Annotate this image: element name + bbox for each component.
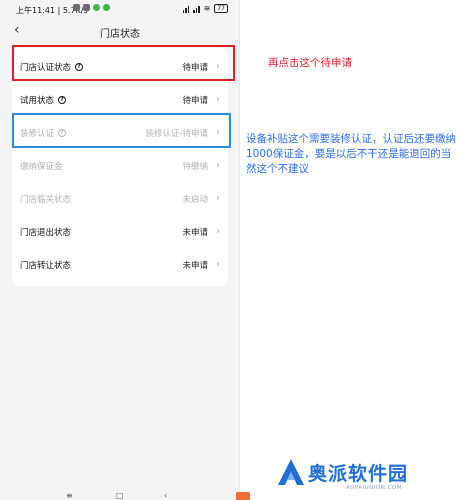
alarm-icon [73,4,80,11]
corner-badge [236,492,250,500]
row-value: 待缴纳 [182,161,208,172]
wechat-icon [93,4,100,11]
row-decoration-certification[interactable]: 装修认证? 装修认证-待申请 › [12,116,228,149]
row-label: 门店退出状态 [20,227,72,238]
status-bar: 上午11:41 | 5.7K/s ≋ 77 [0,0,239,18]
chevron-right-icon: › [216,226,220,237]
row-label: 缴纳保证金 [20,161,63,172]
status-list: 门店认证状态? 待申请 › 试用状态? 待申请 › 装修认证? 装修认证-待申请… [12,48,228,286]
signal-icon-2 [193,5,200,13]
back-nav-icon[interactable]: ‹ [164,491,167,500]
chevron-right-icon: › [216,160,220,171]
help-icon[interactable]: ? [75,62,84,71]
chevron-right-icon: › [216,193,220,204]
row-exit-status[interactable]: 门店退出状态 未申请 › [12,215,228,248]
row-label: 门店临关状态 [20,194,72,205]
chevron-right-icon: › [216,94,220,105]
row-label: 试用状态 [20,95,55,106]
watermark: 奥派软件园 AUPAIUNION.COM [276,457,456,497]
watermark-sub: AUPAIUNION.COM [346,485,403,491]
row-transfer-status[interactable]: 门店转让状态 未申请 › [12,248,228,281]
row-value: 待申请 [182,95,208,106]
annotation-blue: 设备补贴这个需要装修认证，认证后还要缴纳1000保证金，要是以后不干还是能退回的… [246,133,456,175]
wechat-icon-2 [103,4,110,11]
watermark-logo-icon [278,459,304,485]
annotation-red: 再点击这个待申请 [268,57,352,69]
notification-icon [83,4,90,11]
signal-icon [182,5,190,13]
row-value: 未申请 [182,260,208,271]
row-value: 未启动 [182,194,208,205]
page-title: 门店状态 [100,29,140,40]
battery-icon: 77 [214,4,228,13]
row-value: 未申请 [182,227,208,238]
row-label: 装修认证 [20,128,55,139]
chevron-right-icon: › [216,259,220,270]
watermark-name: 奥派软件园 [308,463,409,485]
menu-icon[interactable]: ≡ [66,491,73,500]
row-label: 门店转让状态 [20,260,72,271]
status-system-icons: ≋ 77 [182,4,228,13]
gesture-bar: ≡ □ ‹ [0,488,239,500]
row-value: 装修认证-待申请 [145,128,208,139]
row-deposit[interactable]: 缴纳保证金 待缴纳 › [12,149,228,182]
status-app-icons [73,4,110,11]
row-label: 门店认证状态 [20,62,72,73]
nav-bar: ‹ 门店状态 [0,18,239,44]
row-trial-status[interactable]: 试用状态? 待申请 › [12,83,228,116]
row-store-certification[interactable]: 门店认证状态? 待申请 › [12,50,228,83]
row-temp-close-status[interactable]: 门店临关状态 未启动 › [12,182,228,215]
home-icon[interactable]: □ [116,491,124,500]
chevron-right-icon: › [216,61,220,72]
help-icon[interactable]: ? [58,95,67,104]
row-value: 待申请 [182,62,208,73]
chevron-right-icon: › [216,127,220,138]
phone-screenshot: 上午11:41 | 5.7K/s ≋ 77 ‹ 门店状态 门店认证状态? 待申请… [0,0,240,500]
wifi-icon: ≋ [203,4,211,13]
help-icon[interactable]: ? [58,128,67,137]
